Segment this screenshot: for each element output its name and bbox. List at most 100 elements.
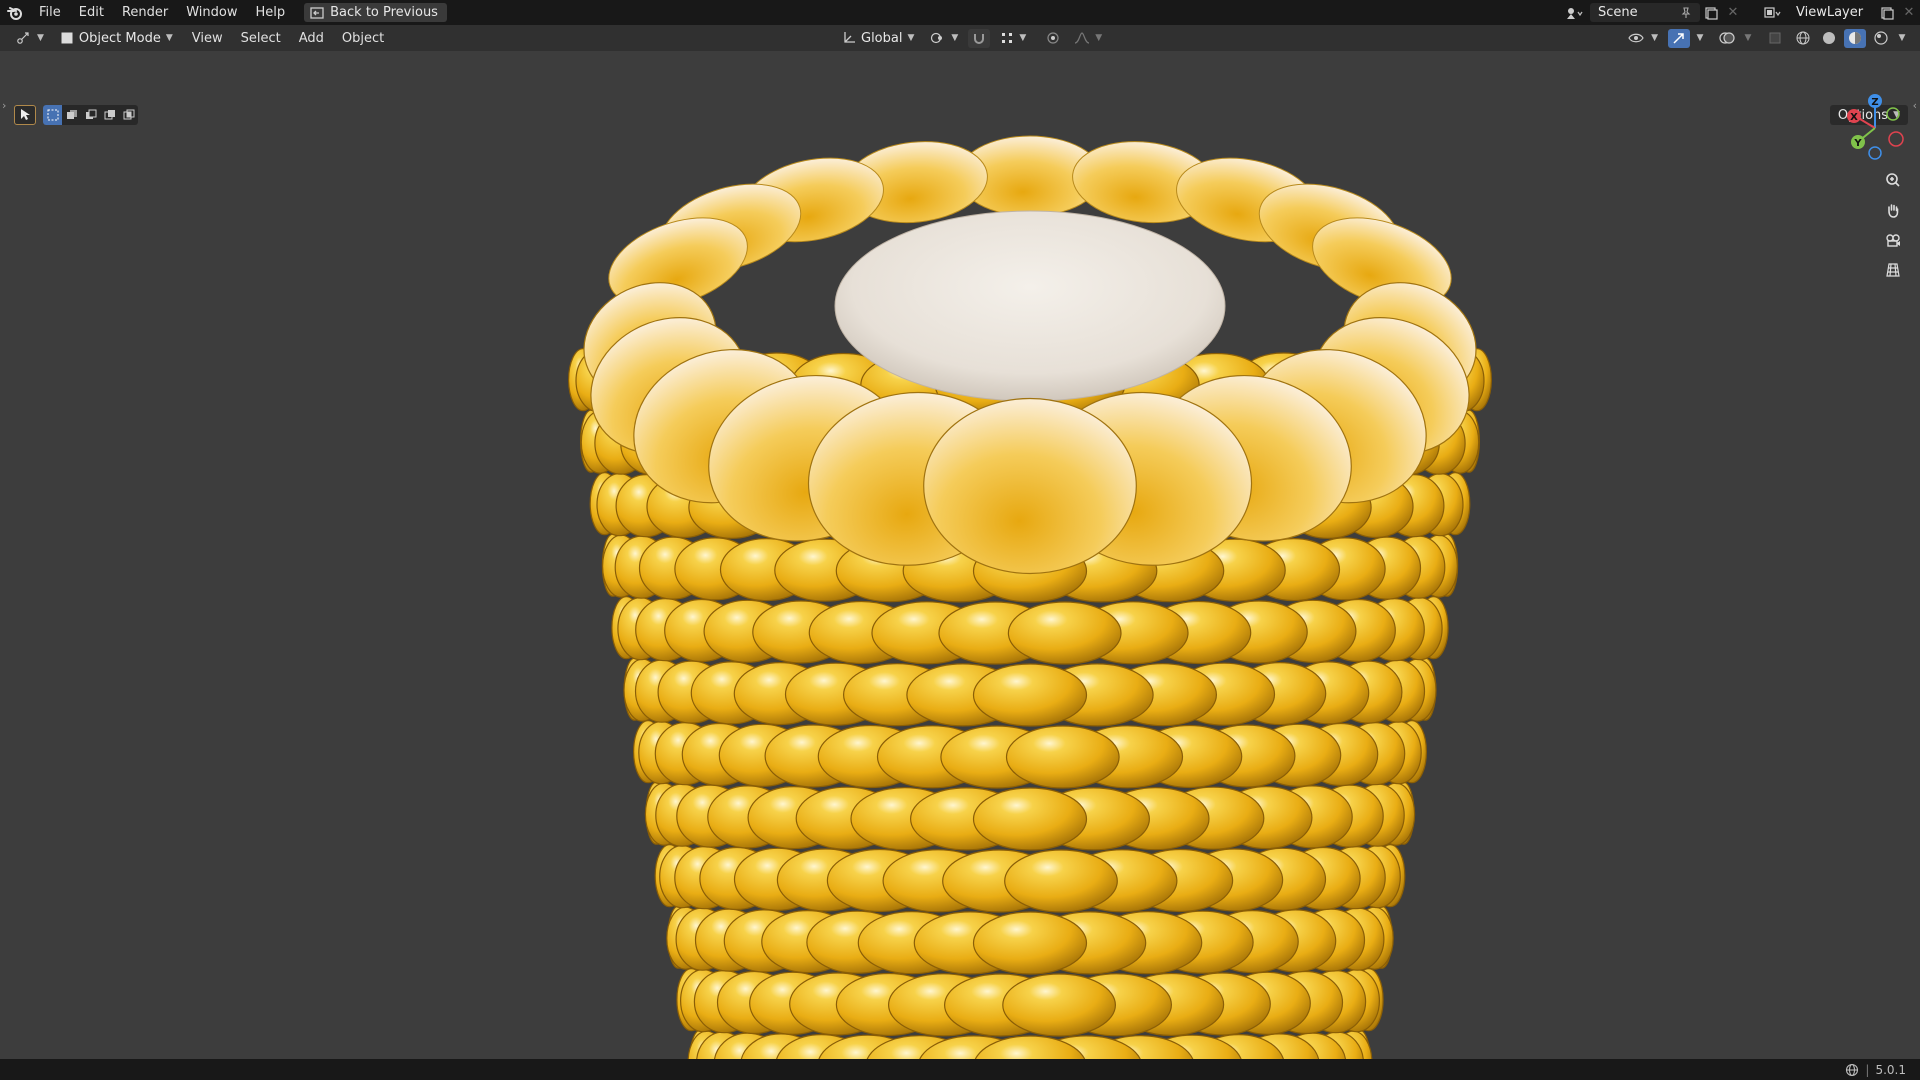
toolbar-expand-arrow-icon[interactable]: › — [2, 99, 6, 112]
perspective-toggle-icon[interactable] — [1880, 257, 1906, 283]
shading-rendered-icon[interactable] — [1870, 29, 1892, 48]
back-to-previous-label: Back to Previous — [330, 5, 438, 20]
corn-cob-model — [567, 135, 1493, 1059]
scene-name: Scene — [1598, 5, 1638, 20]
transform-tools: Global ▼ ▼ ▼ ▼ — [836, 25, 1108, 51]
gizmo-options-chevron-icon[interactable]: ▼ — [1694, 29, 1706, 48]
mode-selector[interactable]: Object Mode ▼ — [54, 28, 179, 48]
menu-help[interactable]: Help — [247, 0, 295, 25]
blender-version: 5.0.1 — [1875, 1062, 1906, 1077]
corn-kernel — [1007, 601, 1122, 665]
chevron-down-icon: ▼ — [951, 33, 959, 43]
menu-edit[interactable]: Edit — [70, 0, 113, 25]
corn-kernel — [1005, 725, 1120, 789]
chevron-down-icon: ▼ — [1651, 33, 1658, 43]
view-layer-selector-icon[interactable] — [1758, 3, 1788, 22]
blender-logo-icon[interactable] — [0, 0, 30, 25]
delete-scene-icon[interactable]: ✕ — [1722, 3, 1744, 22]
viewport-display-tools: ▼ ▼ ▼ ▼ — [1622, 25, 1908, 51]
new-view-layer-icon[interactable] — [1876, 3, 1898, 22]
navigation-gizmo[interactable]: Z X Y — [1830, 88, 1920, 168]
transform-orientation-selector[interactable]: Global ▼ — [836, 28, 920, 48]
screen-back-icon — [310, 6, 324, 19]
shading-solid-icon[interactable] — [1818, 29, 1840, 48]
snap-toggle-icon[interactable] — [968, 28, 991, 48]
corn-kernel — [972, 911, 1088, 975]
corn-kernel — [972, 663, 1088, 727]
menu-select[interactable]: Select — [232, 31, 290, 46]
corn-cob-end — [834, 210, 1226, 402]
menu-object[interactable]: Object — [333, 31, 393, 46]
mode-label: Object Mode — [78, 30, 161, 46]
transform-orientation-label: Global — [861, 30, 903, 46]
pan-hand-icon[interactable] — [1880, 197, 1906, 223]
select-box-tool-button[interactable] — [14, 105, 36, 125]
menu-view[interactable]: View — [183, 31, 232, 46]
status-bar: | 5.0.1 — [0, 1059, 1920, 1080]
menu-render[interactable]: Render — [113, 0, 177, 25]
gizmo-neg-y[interactable] — [1886, 107, 1900, 121]
corn-kernel-top — [923, 397, 1137, 575]
falloff-curve-icon — [1075, 32, 1090, 44]
select-extend-mode-icon[interactable] — [62, 105, 81, 125]
select-intersect-mode-icon[interactable] — [119, 105, 138, 125]
gizmo-neg-x[interactable] — [1888, 131, 1904, 147]
network-globe-icon[interactable] — [1845, 1063, 1859, 1077]
chevron-down-icon: ▼ — [165, 33, 173, 43]
zoom-icon[interactable] — [1880, 167, 1906, 193]
view-layer-name: ViewLayer — [1796, 5, 1864, 20]
select-new-mode-icon[interactable] — [43, 105, 62, 125]
select-invert-mode-icon[interactable] — [100, 105, 119, 125]
menu-window[interactable]: Window — [177, 0, 246, 25]
camera-view-icon[interactable] — [1880, 227, 1906, 253]
select-cursor-icon — [21, 109, 30, 120]
visibility-eye-icon — [1628, 33, 1644, 43]
menu-add[interactable]: Add — [290, 31, 333, 46]
object-visibility-selector[interactable]: ▼ — [1622, 28, 1664, 48]
pivot-icon — [931, 32, 943, 44]
version-info: | 5.0.1 — [1845, 1063, 1920, 1077]
viewport-menu: View Select Add Object — [183, 31, 393, 46]
3d-viewport-icon — [17, 32, 29, 44]
orientation-global-icon — [844, 32, 855, 43]
top-menu: File Edit Render Window Help — [30, 0, 294, 25]
gizmo-neg-z[interactable] — [1868, 146, 1882, 160]
new-scene-icon[interactable] — [1700, 3, 1722, 22]
toggle-xray-icon[interactable] — [1764, 29, 1786, 48]
pivot-point-selector[interactable]: ▼ — [924, 28, 964, 48]
corn-kernel — [1002, 973, 1116, 1037]
gizmo-z-label: Z — [1871, 97, 1878, 108]
object-mode-icon — [61, 32, 73, 44]
gizmo-y-label: Y — [1853, 138, 1862, 149]
3d-viewport[interactable]: Options ▼ › ‹ Z X Y — [0, 51, 1920, 1059]
pin-icon[interactable] — [1680, 6, 1692, 19]
corn-kernel — [972, 787, 1088, 851]
delete-view-layer-icon[interactable]: ✕ — [1898, 3, 1920, 22]
chevron-down-icon: ▼ — [1019, 33, 1027, 43]
chevron-down-icon: ▼ — [1095, 33, 1103, 43]
selection-mode-group — [43, 105, 138, 125]
chevron-down-icon: ▼ — [37, 33, 44, 43]
snap-target-selector[interactable]: ▼ — [994, 28, 1032, 48]
scene-selector-icon[interactable] — [1560, 3, 1590, 22]
scene-name-field[interactable]: Scene — [1590, 3, 1700, 22]
top-bar: File Edit Render Window Help Back to Pre… — [0, 0, 1920, 25]
editor-type-selector[interactable]: ▼ — [10, 28, 50, 48]
corn-kernel — [1004, 849, 1118, 913]
show-overlays-icon[interactable] — [1716, 29, 1738, 48]
menu-file[interactable]: File — [30, 0, 70, 25]
overlay-options-chevron-icon[interactable]: ▼ — [1742, 29, 1754, 48]
gizmo-x-label: X — [1850, 112, 1858, 123]
shading-material-preview-icon[interactable] — [1844, 28, 1866, 48]
shading-options-chevron-icon[interactable]: ▼ — [1896, 29, 1908, 48]
proportional-editing-icon[interactable] — [1042, 29, 1064, 48]
shading-wireframe-icon[interactable] — [1792, 29, 1814, 48]
back-to-previous-button[interactable]: Back to Previous — [304, 3, 447, 22]
select-subtract-mode-icon[interactable] — [81, 105, 100, 125]
chevron-down-icon: ▼ — [907, 33, 915, 43]
proportional-falloff-selector[interactable]: ▼ — [1068, 28, 1108, 48]
top-right-controls: Scene ✕ ViewLayer ✕ — [1560, 0, 1920, 25]
view-layer-field[interactable]: ViewLayer — [1788, 3, 1876, 22]
show-gizmo-icon[interactable] — [1668, 28, 1690, 48]
snap-grid-icon — [1002, 33, 1013, 43]
